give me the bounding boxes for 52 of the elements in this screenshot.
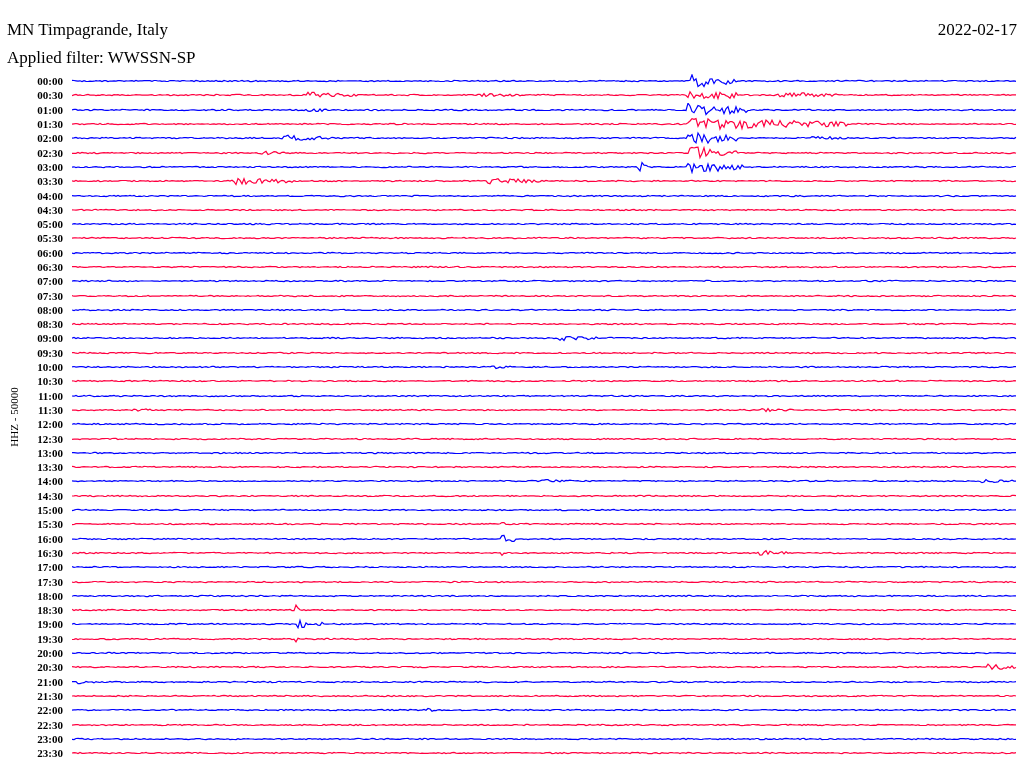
time-label: 07:30: [36, 289, 64, 302]
time-label: 15:30: [36, 518, 64, 531]
time-label: 01:00: [36, 103, 64, 116]
time-label: 20:00: [36, 647, 64, 659]
time-label: 23:00: [36, 732, 64, 745]
time-label: 19:00: [36, 618, 64, 631]
date-label: 2022-02-17: [937, 20, 1017, 40]
time-label: 10:00: [36, 361, 64, 374]
time-label: 04:30: [36, 203, 64, 216]
time-label: 09:30: [36, 346, 64, 359]
time-label: 02:30: [36, 146, 64, 159]
time-label: 14:30: [36, 489, 64, 502]
time-label: 13:30: [36, 461, 64, 474]
time-label: 00:00: [36, 75, 64, 88]
time-label: 11:30: [36, 403, 64, 416]
time-label: 13:00: [36, 446, 64, 459]
time-label: 01:30: [36, 118, 64, 131]
time-label: 15:00: [36, 504, 64, 517]
time-label: 17:00: [36, 561, 64, 574]
time-label: 22:30: [36, 718, 64, 731]
time-label: 21:30: [36, 689, 64, 702]
time-label: 09:00: [36, 332, 64, 345]
station-title: MN Timpagrande, Italy: [7, 20, 169, 40]
time-label: 06:30: [36, 261, 64, 273]
time-label: 12:30: [36, 432, 64, 445]
time-label: 16:00: [36, 532, 64, 545]
time-label: 18:00: [36, 589, 64, 602]
time-label: 17:30: [36, 575, 64, 588]
time-label: 06:00: [36, 246, 64, 259]
time-label: 11:00: [36, 389, 64, 402]
time-label: 14:00: [36, 475, 64, 488]
time-label: 18:30: [36, 604, 64, 617]
time-label: 19:30: [36, 632, 64, 645]
filter-label: Applied filter: WWSSN-SP: [7, 48, 197, 68]
time-label: 03:30: [36, 175, 64, 188]
time-label: 07:00: [36, 275, 64, 288]
time-label: 12:00: [36, 418, 64, 431]
axis-label: HHZ - 50000: [8, 387, 20, 447]
time-label: 22:00: [36, 704, 64, 717]
time-label: 03:00: [36, 160, 64, 173]
time-label: 21:00: [36, 675, 64, 688]
time-label: 20:30: [36, 661, 64, 674]
time-label: 16:30: [36, 546, 64, 559]
time-label: 08:00: [36, 303, 64, 316]
time-label: 10:30: [36, 375, 64, 388]
time-label: 05:00: [36, 218, 64, 231]
time-label: 02:00: [36, 132, 64, 145]
time-label: 08:30: [36, 318, 64, 331]
time-label: 23:30: [36, 747, 64, 760]
time-label: 05:30: [36, 232, 64, 245]
time-label: 00:30: [36, 89, 64, 102]
time-label: 04:00: [36, 189, 64, 202]
